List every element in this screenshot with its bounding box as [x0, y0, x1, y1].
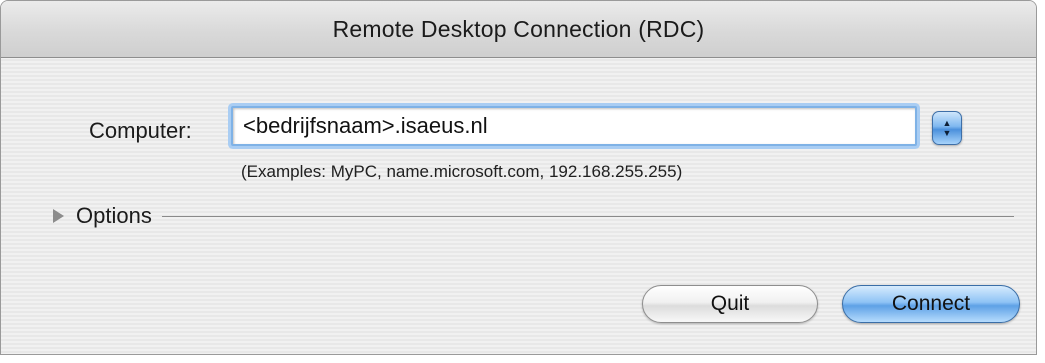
title-bar[interactable]: Remote Desktop Connection (RDC)	[1, 1, 1036, 58]
examples-hint: (Examples: MyPC, name.microsoft.com, 192…	[241, 162, 683, 181]
quit-button[interactable]: Quit	[642, 285, 818, 323]
options-divider	[161, 215, 1014, 217]
connect-button[interactable]: Connect	[842, 285, 1020, 323]
disclosure-triangle-icon[interactable]	[53, 209, 64, 223]
computer-history-stepper[interactable]: ▲ ▼	[932, 111, 962, 145]
options-label: Options	[76, 203, 152, 228]
options-disclosure[interactable]: Options	[53, 203, 1014, 229]
computer-input[interactable]	[231, 106, 917, 146]
rdc-window: Remote Desktop Connection (RDC) Computer…	[0, 0, 1037, 355]
window-title: Remote Desktop Connection (RDC)	[332, 15, 705, 42]
up-arrow-icon: ▲	[942, 118, 952, 128]
computer-label: Computer:	[89, 118, 192, 143]
down-arrow-icon: ▼	[942, 128, 952, 138]
dialog-content: Computer: ▲ ▼ (Examples: MyPC, name.micr…	[1, 58, 1036, 354]
